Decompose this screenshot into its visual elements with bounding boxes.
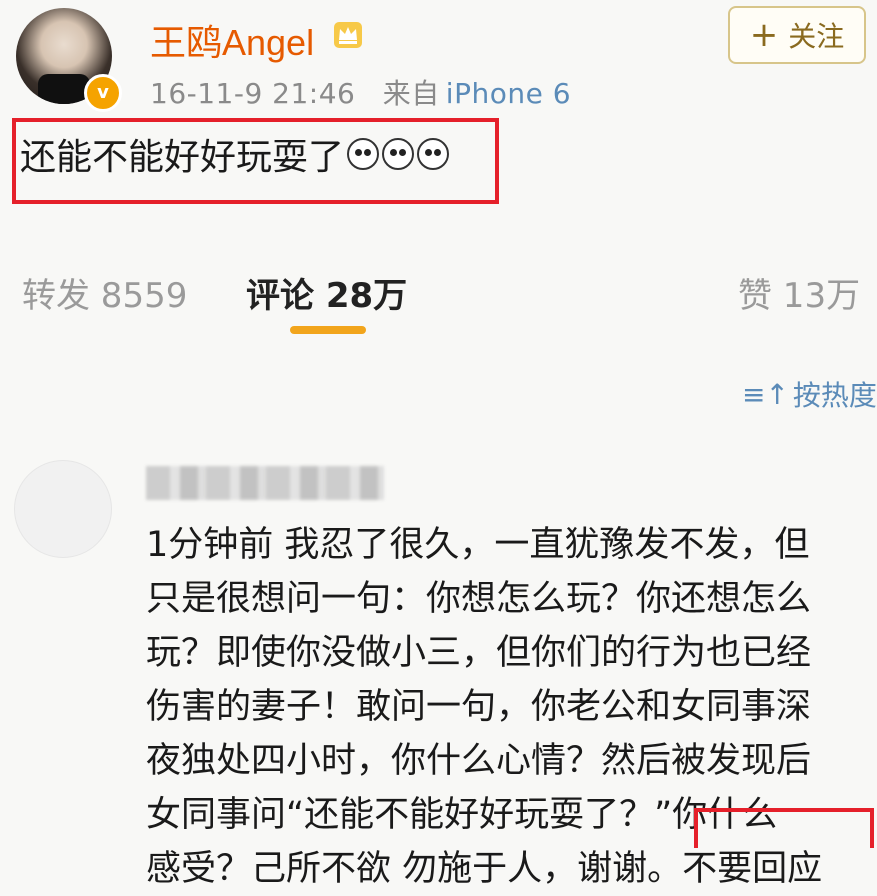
plus-icon: +	[749, 15, 779, 55]
follow-button[interactable]: + 关注	[728, 6, 866, 64]
tab-comment[interactable]: 评论 28万	[246, 268, 407, 317]
post-source: iPhone 6	[445, 77, 572, 110]
sort-label: 按热度	[792, 379, 877, 412]
highlight-box	[694, 808, 874, 848]
crown-icon	[334, 22, 362, 48]
tab-repost[interactable]: 转发 8559	[22, 268, 187, 317]
sort-icon: ≡↑	[742, 377, 789, 411]
username[interactable]: 王鸥Angel	[150, 14, 314, 66]
sort-by-hot-button[interactable]: ≡↑ 按热度	[742, 374, 877, 414]
post-meta: 16-11-9 21:46 来自 iPhone 6	[150, 72, 571, 112]
tab-like[interactable]: 赞 13万	[738, 268, 860, 317]
highlight-box	[12, 118, 499, 204]
post-timestamp: 16-11-9 21:46	[150, 77, 356, 110]
follow-label: 关注	[788, 20, 845, 53]
commenter-avatar[interactable]	[14, 460, 112, 558]
active-tab-indicator	[290, 326, 366, 334]
post-source-prefix: 来自	[382, 77, 440, 110]
commenter-name-blurred	[146, 466, 384, 500]
verified-badge-icon: v	[84, 74, 122, 112]
